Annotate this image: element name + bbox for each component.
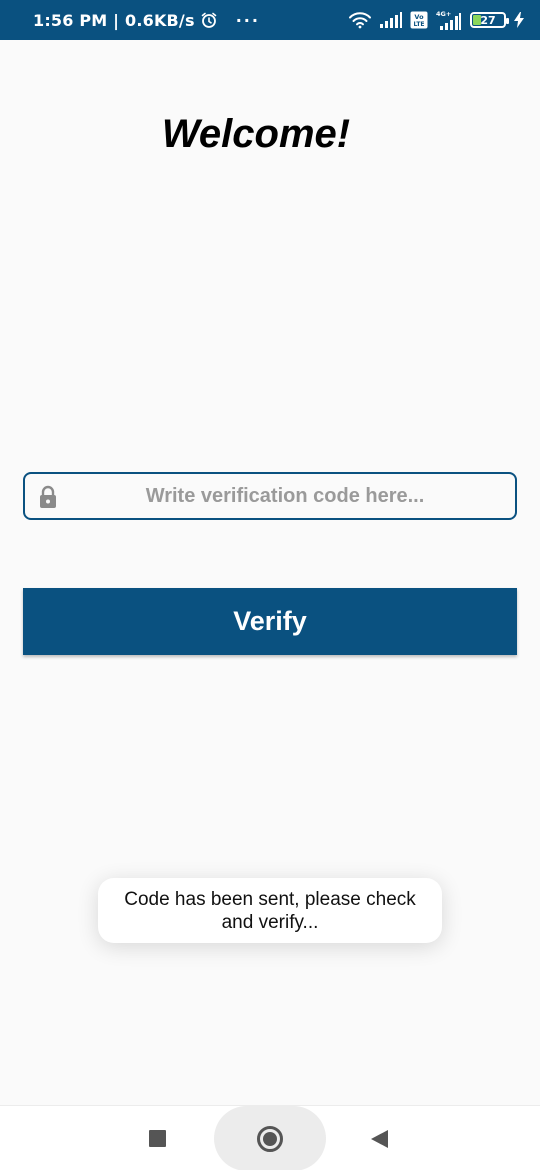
- battery-icon: 27: [470, 12, 509, 28]
- more-notifications-icon: ···: [235, 10, 260, 30]
- svg-text:LTE: LTE: [413, 21, 424, 28]
- lock-icon: [38, 485, 58, 514]
- status-bar: 1:56 PM | 0.6KB/s ··· Vo LTE 4G+ 27: [0, 0, 540, 40]
- time-speed-text: 1:56 PM | 0.6KB/s: [33, 10, 195, 30]
- verification-code-field[interactable]: [23, 472, 517, 520]
- wifi-icon: [348, 11, 372, 29]
- navigation-bar: [0, 1105, 540, 1170]
- verification-code-input[interactable]: [25, 474, 515, 518]
- alarm-icon: [200, 11, 218, 29]
- status-right: Vo LTE 4G+ 27: [348, 10, 524, 30]
- status-left: 1:56 PM | 0.6KB/s ···: [33, 11, 260, 30]
- toast-message: Code has been sent, please check and ver…: [98, 878, 442, 943]
- svg-text:4G+: 4G+: [436, 10, 451, 18]
- volte-icon: Vo LTE: [410, 11, 428, 29]
- charging-icon: [514, 12, 524, 28]
- signal-icon: [380, 12, 402, 28]
- battery-percent: 27: [480, 13, 496, 27]
- verify-button[interactable]: Verify: [23, 588, 517, 655]
- back-button[interactable]: [371, 1130, 389, 1153]
- svg-text:Vo: Vo: [414, 13, 424, 21]
- recent-apps-button[interactable]: [149, 1130, 166, 1147]
- page-title: Welcome!: [161, 112, 351, 156]
- home-button[interactable]: [257, 1126, 283, 1152]
- signal-4g-icon: 4G+: [436, 10, 462, 30]
